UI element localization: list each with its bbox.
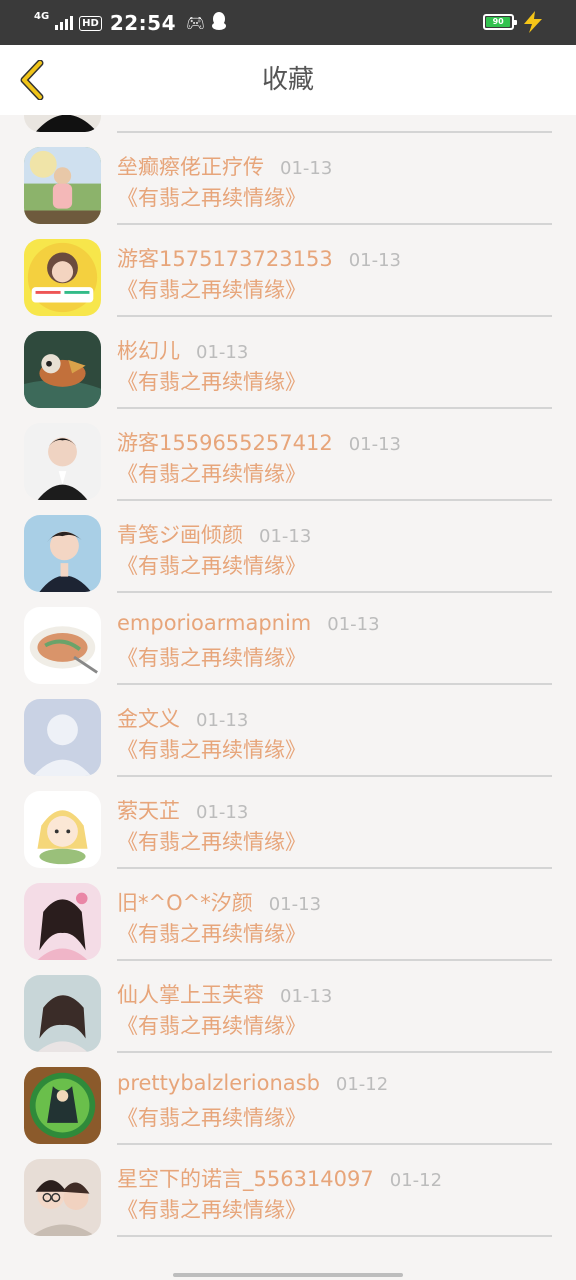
nav-bar: 收藏 [0,45,576,115]
user-name[interactable]: 游客1575173723153 [117,247,333,271]
user-line: 萦天芷 01-13 [117,795,248,825]
book-title[interactable]: 《有翡之再续情缘》 [117,1102,306,1132]
book-title[interactable]: 《有翡之再续情缘》 [117,458,306,488]
favorite-item[interactable]: 垒癫瘵佬正疗传 01-13 《有翡之再续情缘》 [0,133,576,225]
favorite-date: 01-13 [196,342,249,363]
user-line: 星空下的诺言_556314097 01-12 [117,1163,442,1193]
favorite-date: 01-13 [280,986,333,1007]
favorite-item[interactable]: 萦天芷 01-13 《有翡之再续情缘》 [0,777,576,869]
user-name[interactable]: 萦天芷 [117,799,180,823]
favorite-date: 01-13 [348,250,402,271]
user-line: 仙人掌上玉芙蓉 01-13 [117,979,332,1009]
book-title[interactable]: 《有翡之再续情缘》 [117,550,306,580]
user-name[interactable]: 青笺ジ画倾颜 [117,523,243,547]
user-name[interactable]: 游客1559655257412 [117,431,333,455]
status-left: 4G HD 22:54 🎮︎ [34,11,227,35]
user-avatar[interactable] [24,607,101,684]
favorite-date: 01-13 [327,614,380,635]
favorite-date: 01-12 [389,1170,443,1191]
favorite-date: 01-13 [196,802,249,823]
favorite-item[interactable]: 青笺ジ画倾颜 01-13 《有翡之再续情缘》 [0,501,576,593]
book-title[interactable]: 《有翡之再续情缘》 [117,1010,306,1040]
user-line: 游客1559655257412 01-13 [117,427,401,457]
user-avatar[interactable] [24,423,101,500]
book-title[interactable]: 《有翡之再续情缘》 [117,182,306,212]
home-indicator[interactable] [173,1273,403,1277]
user-line: prettybalzlerionasb 01-12 [117,1071,388,1095]
user-avatar[interactable] [24,791,101,868]
book-title[interactable]: 《有翡之再续情缘》 [117,918,306,948]
user-name[interactable]: 旧*^O^*汐颜 [117,891,253,915]
clock: 22:54 [109,11,177,35]
user-avatar[interactable] [24,115,101,132]
game-controller-icon: 🎮︎ [186,14,206,32]
book-title[interactable]: 《有翡之再续情缘》 [117,274,306,304]
user-line: 彬幻儿 01-13 [117,335,248,365]
user-name[interactable]: prettybalzlerionasb [117,1071,320,1095]
user-name[interactable]: 星空下的诺言_556314097 [117,1167,374,1191]
battery-level: 90 [486,17,511,27]
user-avatar[interactable] [24,239,101,316]
user-name[interactable]: 金文义 [117,707,180,731]
user-avatar[interactable] [24,515,101,592]
favorite-date: 01-12 [335,1074,389,1095]
user-name[interactable]: emporioarmapnim [117,611,311,635]
user-avatar[interactable] [24,883,101,960]
favorite-item[interactable]: 彬幻儿 01-13 《有翡之再续情缘》 [0,317,576,409]
book-title[interactable]: 《有翡之再续情缘》 [117,1194,306,1224]
user-line: emporioarmapnim 01-13 [117,611,380,635]
status-bar: 4G HD 22:54 🎮︎ 90 [0,0,576,45]
favorite-date: 01-13 [348,434,402,455]
charging-bolt-icon [524,11,542,33]
divider [117,1235,552,1237]
favorite-item[interactable]: 星空下的诺言_556314097 01-12 《有翡之再续情缘》 [0,1145,576,1237]
favorite-item[interactable]: 游客1575173723153 01-13 《有翡之再续情缘》 [0,225,576,317]
favorite-item[interactable]: 仙人掌上玉芙蓉 01-13 《有翡之再续情缘》 [0,961,576,1053]
network-type: 4G [34,11,50,22]
page-title: 收藏 [261,65,314,95]
user-name[interactable]: 垒癫瘵佬正疗传 [117,155,264,179]
qq-penguin-icon [211,12,227,34]
book-title[interactable]: 《有翡之再续情缘》 [117,366,306,396]
favorites-list[interactable]: dn话death/嘛k嗨ng循nt01-13《有翡之再续情缘》垒癫瘵佬正疗传 01… [0,115,576,1280]
user-line: 垒癫瘵佬正疗传 01-13 [117,151,332,181]
favorite-item[interactable]: 游客1559655257412 01-13 《有翡之再续情缘》 [0,409,576,501]
user-name[interactable]: 仙人掌上玉芙蓉 [117,983,264,1007]
favorite-item[interactable]: 旧*^O^*汐颜 01-13 《有翡之再续情缘》 [0,869,576,961]
user-line: 青笺ジ画倾颜 01-13 [117,519,311,549]
book-title[interactable]: 《有翡之再续情缘》 [117,826,306,856]
favorite-date: 01-13 [196,710,249,731]
favorite-date: 01-13 [280,158,333,179]
user-avatar[interactable] [24,1067,101,1144]
hd-icon: HD [79,15,102,31]
user-name[interactable]: 彬幻儿 [117,339,180,363]
favorite-date: 01-13 [268,894,322,915]
user-avatar[interactable] [24,331,101,408]
favorite-item[interactable]: 金文义 01-13 《有翡之再续情缘》 [0,685,576,777]
signal-icon [55,16,74,30]
user-avatar[interactable] [24,699,101,776]
battery-icon: 90 [483,14,517,30]
user-avatar[interactable] [24,147,101,224]
book-title[interactable]: 《有翡之再续情缘》 [117,734,306,764]
user-avatar[interactable] [24,975,101,1052]
book-title[interactable]: 《有翡之再续情缘》 [117,642,306,672]
favorite-date: 01-13 [259,526,312,547]
favorite-item[interactable]: dn话death/嘛k嗨ng循nt01-13《有翡之再续情缘》 [0,115,576,133]
user-line: 游客1575173723153 01-13 [117,243,401,273]
favorite-item[interactable]: prettybalzlerionasb 01-12 《有翡之再续情缘》 [0,1053,576,1145]
user-line: 金文义 01-13 [117,703,248,733]
user-line: 旧*^O^*汐颜 01-13 [117,887,321,917]
favorite-item[interactable]: emporioarmapnim 01-13 《有翡之再续情缘》 [0,593,576,685]
book-title[interactable]: 《有翡之再续情缘》 [117,115,306,120]
user-avatar[interactable] [24,1159,101,1236]
